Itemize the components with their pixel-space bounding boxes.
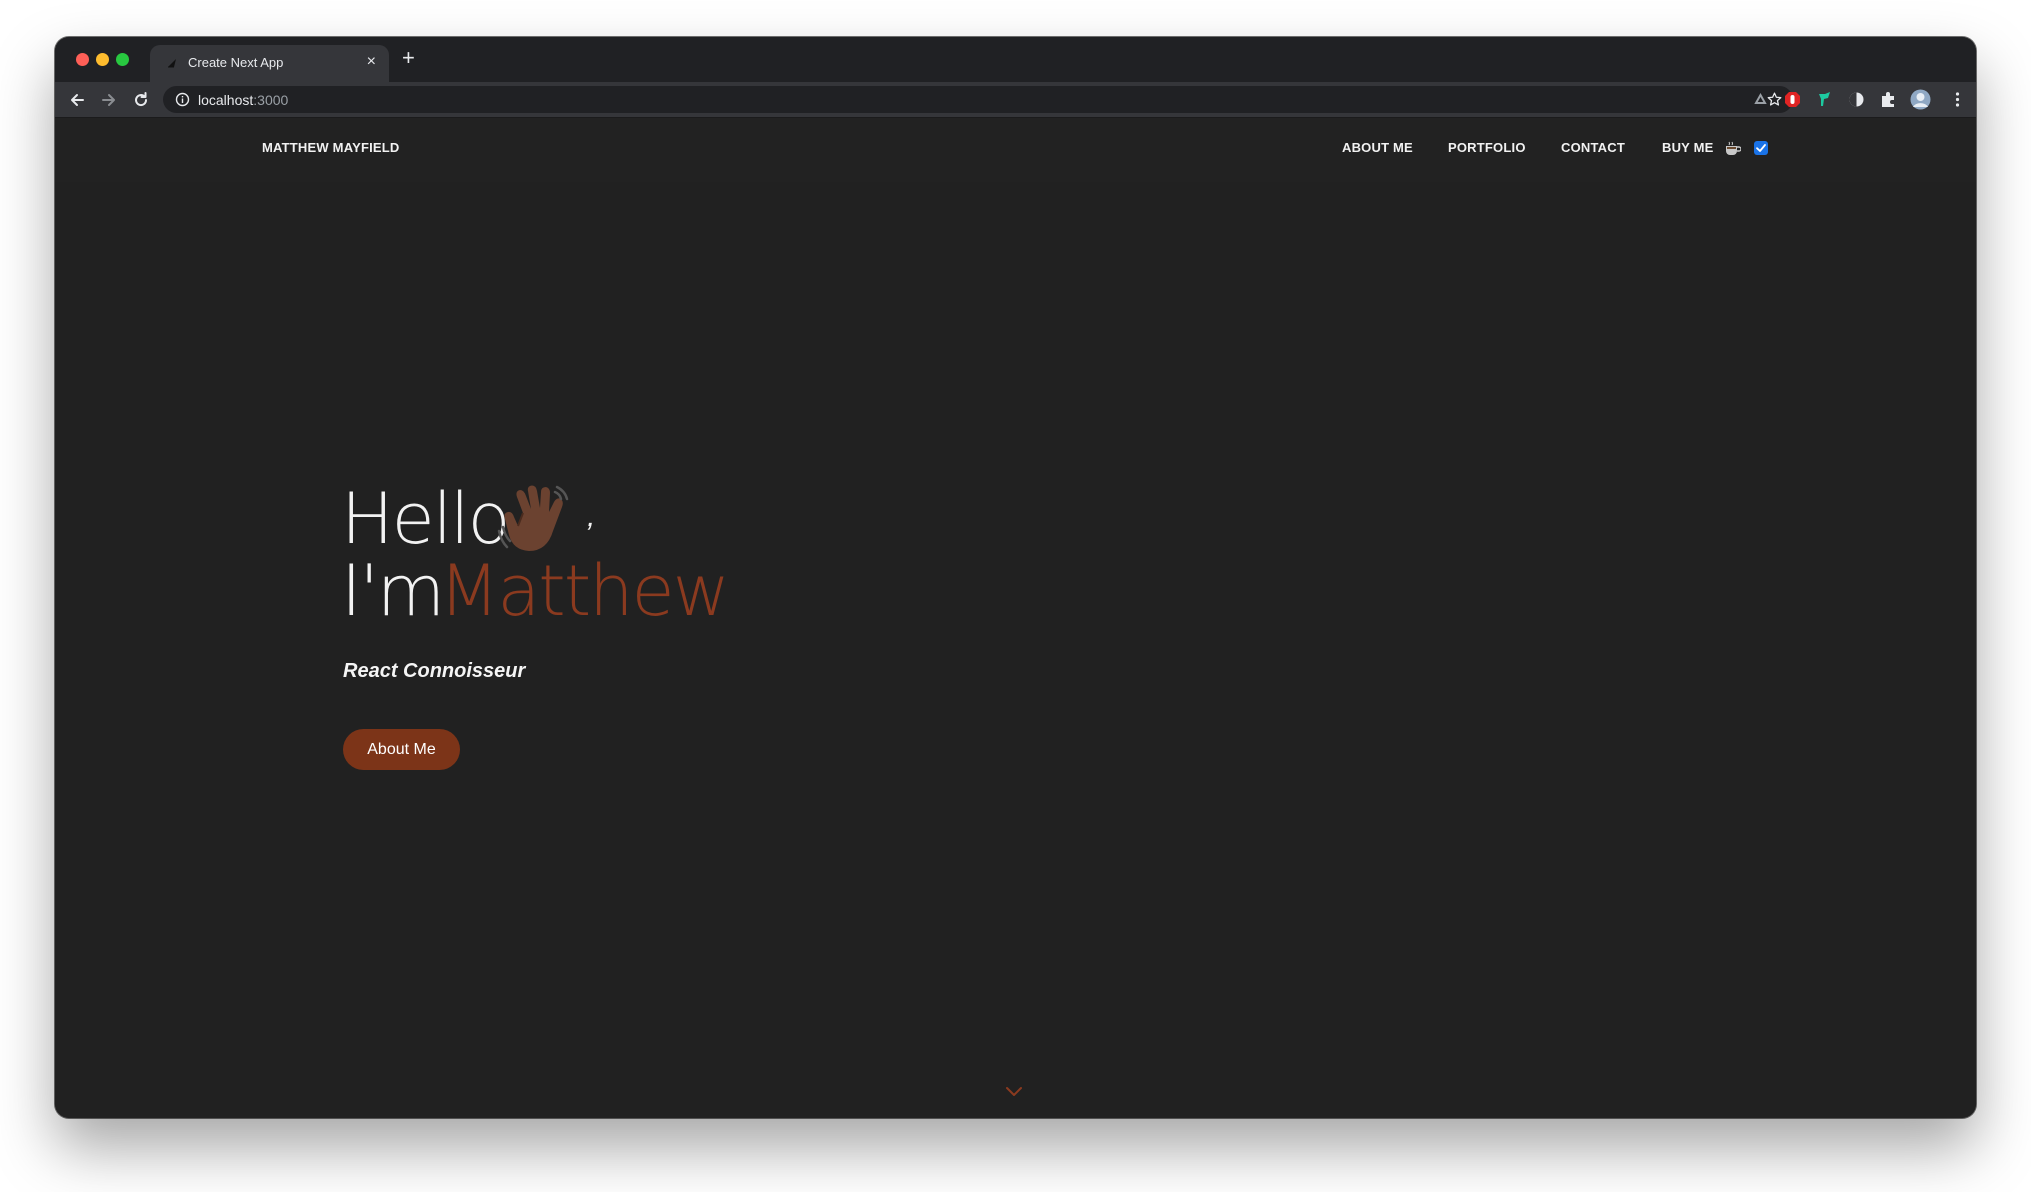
maximize-window-button[interactable] — [116, 53, 129, 66]
extension-darkmode-icon[interactable] — [1847, 90, 1866, 109]
tab-strip: Create Next App × + — [55, 37, 1976, 82]
tab-title: Create Next App — [188, 55, 284, 70]
url-host: localhost — [198, 92, 254, 108]
hero-im-text: I'm — [341, 550, 445, 632]
browser-window: Create Next App × + localhost:3000 MATTH… — [55, 37, 1976, 1118]
url-port: :3000 — [253, 92, 289, 108]
extension-recycle-icon[interactable] — [1751, 90, 1770, 109]
page-viewport: MATTHEW MAYFIELD ABOUT ME PORTFOLIO CONT… — [55, 118, 1976, 1118]
close-window-button[interactable] — [76, 53, 89, 66]
minimize-window-button[interactable] — [96, 53, 109, 66]
nav-portfolio[interactable]: PORTFOLIO — [1448, 140, 1526, 155]
checkmark-icon — [1756, 144, 1766, 152]
site-header: MATTHEW MAYFIELD ABOUT ME PORTFOLIO CONT… — [55, 118, 1976, 182]
hero-comma: , — [587, 500, 596, 533]
menu-kebab-icon[interactable] — [1948, 90, 1967, 109]
info-icon[interactable] — [175, 92, 190, 107]
theme-toggle-checkbox[interactable] — [1754, 141, 1768, 155]
hero-subtitle: React Connoisseur — [343, 660, 526, 682]
tab-close-icon[interactable]: × — [367, 53, 376, 71]
nav-buy-me-coffee[interactable]: BUY ME — [1662, 140, 1714, 155]
forward-arrow-icon[interactable] — [99, 90, 119, 110]
address-bar[interactable]: localhost:3000 — [163, 86, 1793, 113]
nav-about-me[interactable]: ABOUT ME — [1342, 140, 1413, 155]
about-me-button[interactable]: About Me — [343, 729, 460, 770]
profile-avatar-icon[interactable] — [1910, 89, 1931, 110]
hero-name-text: Matthew — [439, 550, 730, 632]
nav-contact[interactable]: CONTACT — [1561, 140, 1625, 155]
scroll-down-chevron-icon[interactable] — [1005, 1086, 1023, 1098]
url-text: localhost:3000 — [198, 92, 288, 108]
coffee-cup-icon[interactable] — [1724, 141, 1741, 156]
site-brand-link[interactable]: MATTHEW MAYFIELD — [262, 140, 400, 155]
waving-hand-icon — [497, 485, 569, 551]
extensions-puzzle-icon[interactable] — [1879, 90, 1898, 109]
nextjs-favicon-icon — [168, 59, 176, 68]
new-tab-button[interactable]: + — [402, 47, 415, 69]
browser-toolbar: localhost:3000 — [55, 82, 1976, 117]
tab-create-next-app[interactable]: Create Next App × — [150, 45, 389, 82]
reload-icon[interactable] — [131, 90, 151, 110]
extension-adblock-icon[interactable] — [1783, 90, 1802, 109]
back-arrow-icon[interactable] — [67, 90, 87, 110]
hero-hello-text: Hello — [341, 478, 510, 560]
extension-cat-icon[interactable] — [1815, 90, 1834, 109]
